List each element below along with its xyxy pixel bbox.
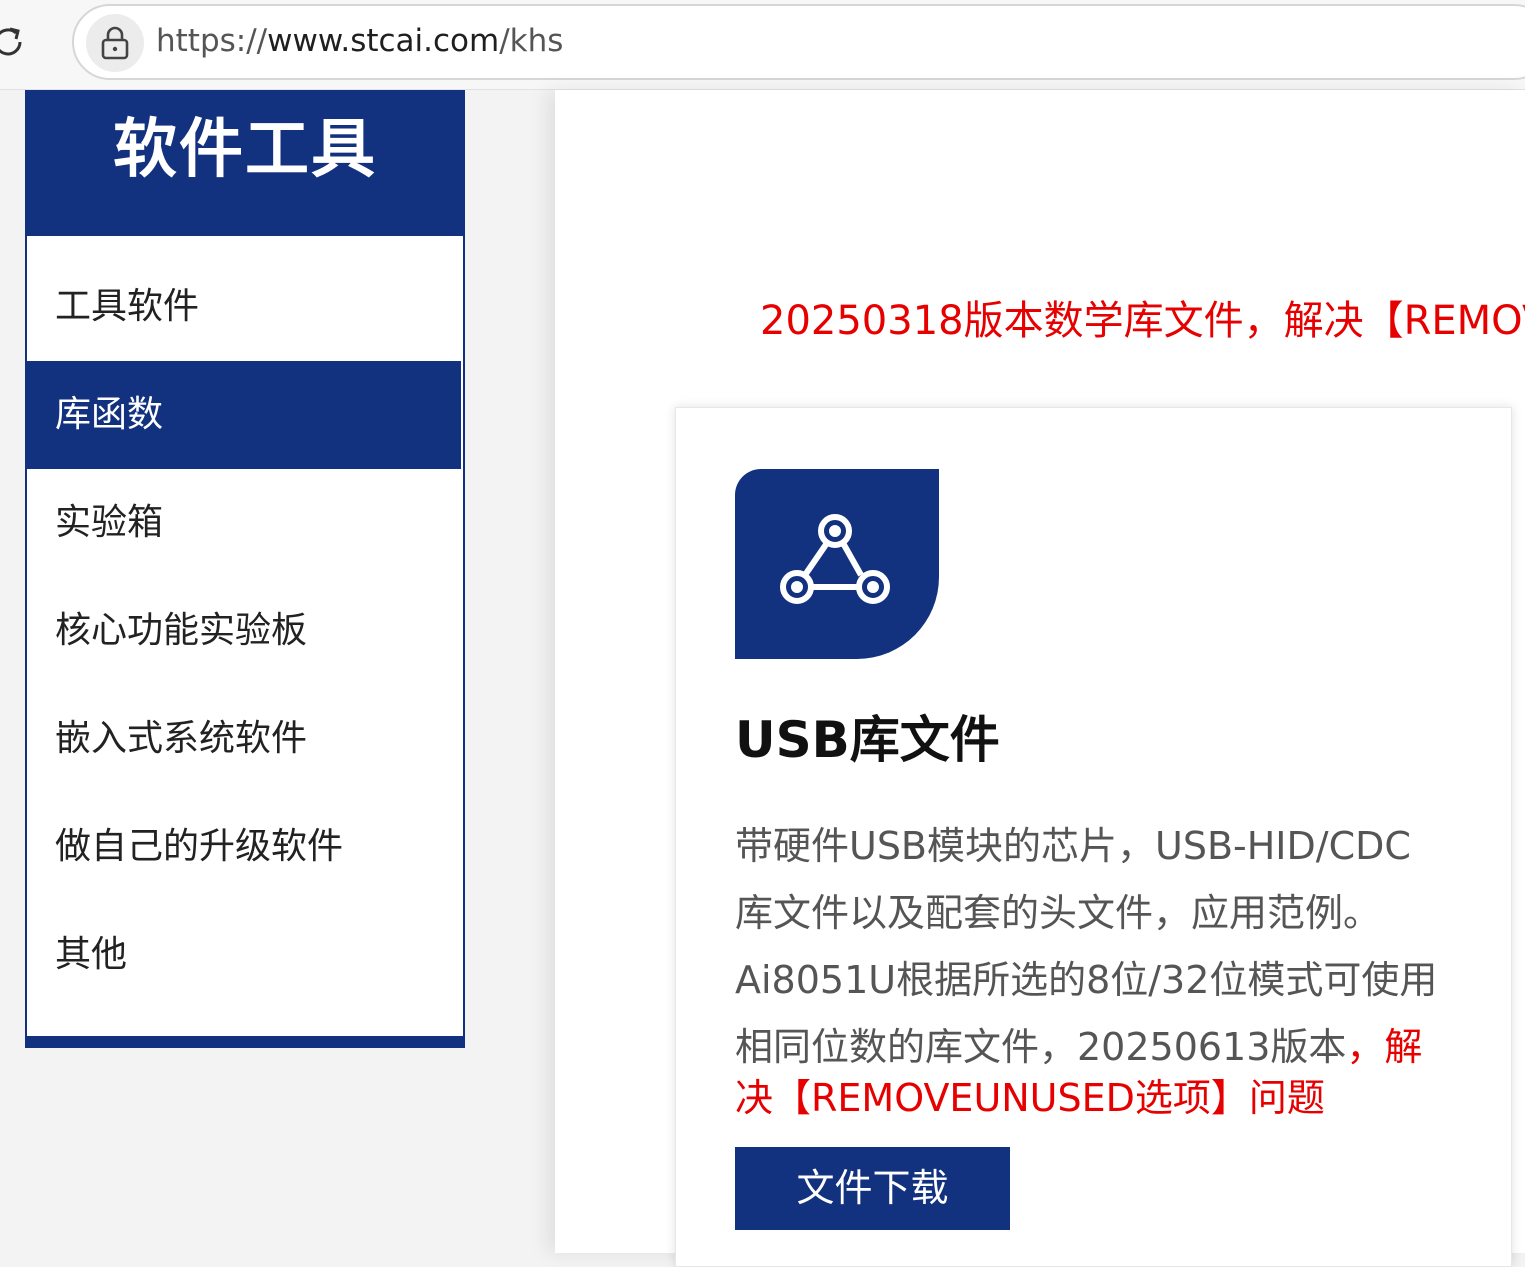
desc-line-4: 相同位数的库文件，20250613版本，解 [735,1014,1465,1081]
url-scheme: https:// [156,23,268,59]
notice-text: 20250318版本数学库文件，解决【REMOVE [760,298,1525,344]
desc-line-4-text: 相同位数的库文件，20250613版本 [735,1025,1347,1069]
share-network-icon [735,469,939,659]
url-path: /khs [499,23,564,59]
desc-line-3: Ai8051U根据所选的8位/32位模式可使用 [735,958,1438,1002]
sidebar-item-tool-software[interactable]: 工具软件 [27,253,461,361]
desc-line-1: 带硬件USB模块的芯片，USB-HID/CDC [735,824,1411,868]
browser-toolbar: https://www.stcai.com/khs [0,0,1525,90]
sidebar-item-other[interactable]: 其他 [27,901,461,1009]
sidebar-item-experiment-box[interactable]: 实验箱 [27,469,461,577]
desc-line-2: 库文件以及配套的头文件，应用范例。 [735,891,1382,935]
file-download-button[interactable]: 文件下载 [735,1147,1010,1230]
sidebar-item-library-functions[interactable]: 库函数 [27,361,461,469]
sidebar-item-embedded-software[interactable]: 嵌入式系统软件 [27,685,461,793]
card-description: 带硬件USB模块的芯片，USB-HID/CDC 库文件以及配套的头文件，应用范例… [735,813,1465,1123]
sidebar-header: 软件工具 [25,90,465,236]
desc-red-tail: ，解 [1346,1025,1423,1069]
main-content: 20250318版本数学库文件，解决【REMOVE USB库文件 带硬件USB模… [555,90,1525,1267]
sidebar-item-upgrade-software[interactable]: 做自己的升级软件 [27,793,461,901]
sidebar: 软件工具 工具软件 库函数 实验箱 核心功能实验板 嵌入式系统软件 做自己的升级… [25,90,465,1048]
sidebar-item-core-board[interactable]: 核心功能实验板 [27,577,461,685]
card-title: USB库文件 [735,711,1000,769]
library-card: USB库文件 带硬件USB模块的芯片，USB-HID/CDC 库文件以及配套的头… [675,407,1512,1267]
reload-icon[interactable] [0,20,30,64]
url-text[interactable]: https://www.stcai.com/khs [156,23,563,59]
address-bar[interactable]: https://www.stcai.com/khs [72,4,1525,80]
lock-icon[interactable] [86,14,144,72]
url-host: www.stcai.com [267,23,500,59]
sidebar-title: 软件工具 [113,113,377,187]
